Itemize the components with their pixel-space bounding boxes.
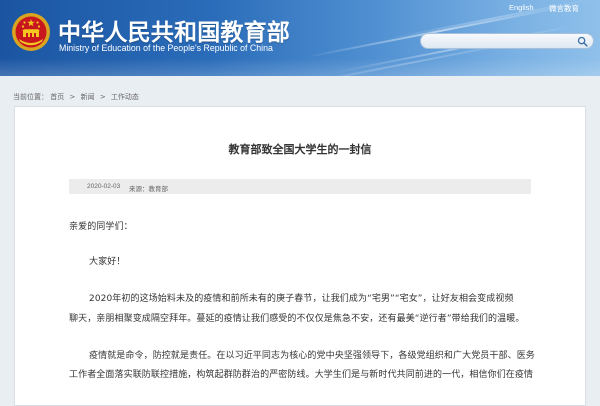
breadcrumb: 当前位置： 首页 > 新闻 > 工作动态: [13, 92, 139, 102]
breadcrumb-item-home[interactable]: 首页: [50, 93, 64, 101]
header-light-band: [0, 58, 600, 76]
site-title: 中华人民共和国教育部: [58, 20, 290, 46]
english-link[interactable]: English: [509, 3, 534, 12]
breadcrumb-label: 当前位置：: [13, 93, 48, 101]
article-source: 来源：教育部: [129, 185, 168, 193]
site-header: 中华人民共和国教育部 Ministry of Education of the …: [0, 0, 600, 76]
site-logo[interactable]: [11, 12, 51, 52]
paragraph-line: 2020年初的这场始料未及的疫情和前所未有的庚子春节，让我们成为“宅男”“宅女”…: [89, 294, 514, 304]
search-input[interactable]: [429, 35, 581, 49]
site-subtitle: Ministry of Education of the People's Re…: [59, 43, 273, 53]
breadcrumb-separator: >: [99, 93, 106, 101]
breadcrumb-item-work-news[interactable]: 工作动态: [111, 93, 139, 101]
national-emblem-icon: [12, 13, 50, 51]
paragraph-line: 疫情就是命令，防控就是责任。在以习近平同志为核心的党中央坚强领导下，各级党组织和…: [89, 351, 535, 361]
search-box: [420, 33, 594, 49]
article-greeting: 大家好！: [89, 257, 126, 267]
article-salutation: 亲爱的同学们：: [69, 222, 133, 232]
article-panel: 教育部致全国大学生的一封信 2020-02-03 来源：教育部 亲爱的同学们： …: [14, 106, 586, 406]
paragraph-line: 聊天，亲朋相聚变成隔空拜年。蔓延的疫情让我们感受的不仅仅是焦急不安，还有最美“逆…: [69, 314, 525, 324]
weiyan-jiaoyu-link[interactable]: 微言教育: [549, 3, 579, 14]
search-icon[interactable]: [577, 36, 588, 47]
article-date: 2020-02-03: [87, 183, 121, 190]
paragraph-line: 工作者全面落实联防联控措施，构筑起群防群治的严密防线。大学生们是与新时代共同前进…: [69, 370, 534, 380]
article-meta-bar: 2020-02-03 来源：教育部: [69, 179, 531, 194]
breadcrumb-item-news[interactable]: 新闻: [81, 93, 95, 101]
breadcrumb-separator: >: [69, 93, 76, 101]
article-title: 教育部致全国大学生的一封信: [228, 143, 372, 156]
